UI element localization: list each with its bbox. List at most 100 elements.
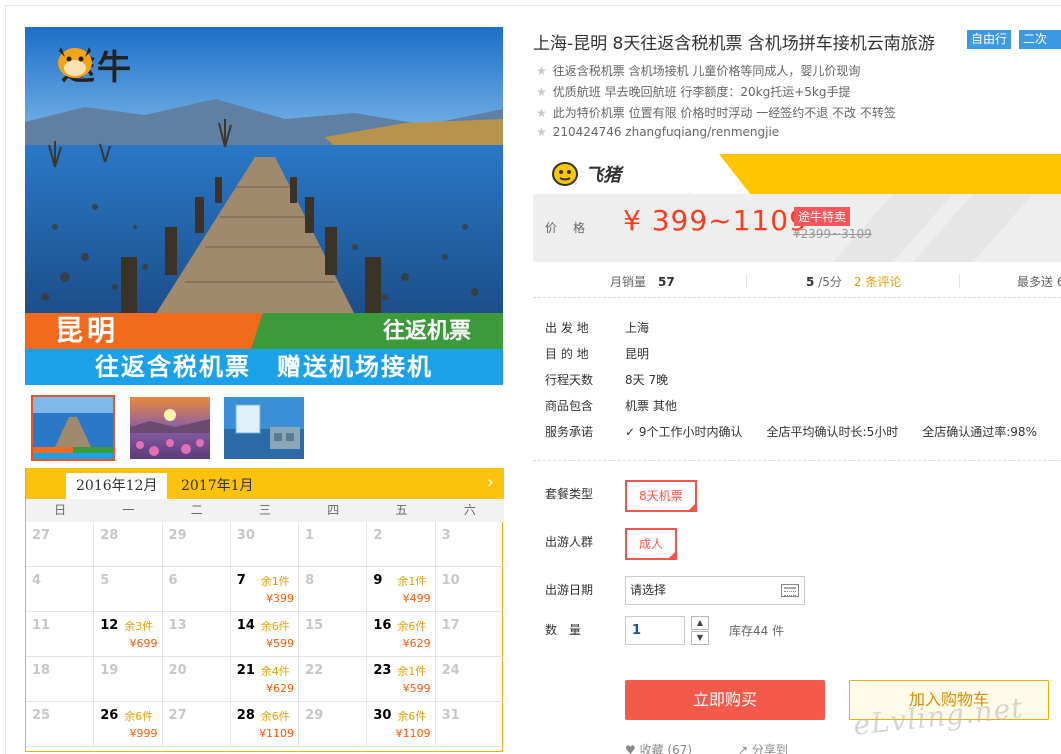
price-value: ¥ 399~1109: [623, 204, 808, 237]
weekday-label: 三: [258, 503, 271, 517]
weekday-label: 五: [395, 503, 408, 517]
day-number: 25: [32, 708, 51, 723]
calendar-day-available[interactable]: 14 余6件 ¥599: [230, 612, 300, 657]
remaining-count: 余1件: [397, 575, 427, 588]
reviews-link[interactable]: 2 条评论: [854, 275, 901, 289]
day-number: 11: [32, 618, 51, 633]
quantity-label: 数 量: [545, 623, 582, 637]
rating: 5 /5分 2 条评论: [806, 275, 902, 289]
calendar-day: 31: [435, 702, 504, 747]
remaining-count: 余1件: [397, 665, 427, 678]
calendar-day: 30: [230, 522, 300, 567]
calendar-day-available[interactable]: 16 余6件 ¥629: [367, 612, 436, 657]
day-number: 10: [441, 573, 460, 588]
calendar-header: 2016年12月 2017年1月 ›: [26, 468, 504, 499]
day-number: 19: [100, 663, 119, 678]
calendar-day: 19: [94, 657, 163, 702]
thumbnail-1[interactable]: [31, 395, 115, 461]
calendar-day-available[interactable]: 21 余4件 ¥629: [230, 657, 300, 702]
calendar-day-available[interactable]: 7 余1件 ¥399: [230, 567, 300, 612]
slogan-text: 往返含税机票 赠送机场接机: [95, 353, 433, 381]
day-number: 15: [305, 618, 324, 633]
remaining-count: 余6件: [260, 710, 290, 723]
calendar-day-available[interactable]: 12 余3件 ¥699: [94, 612, 163, 657]
product-title: 上海-昆明 8天往返含税机票 含机场拼车接机云南旅游: [533, 34, 935, 54]
weekday-label: 日: [54, 503, 67, 517]
gift-info: 最多送 6: [1017, 275, 1061, 289]
calendar-day-available[interactable]: 23 余1件 ¥599: [367, 657, 436, 702]
day-number: 28: [236, 708, 255, 723]
price-panel: 价格 ¥ 399~1109 途牛特卖 ¥2399~3109: [533, 194, 1061, 262]
tab-month-1[interactable]: 2016年12月: [66, 473, 168, 499]
weekday-label: 二: [190, 503, 203, 517]
day-number: 8: [305, 573, 315, 588]
day-number: 26: [100, 708, 119, 723]
tag-free-travel: 自由行: [967, 30, 1012, 49]
day-price: ¥629: [402, 637, 431, 650]
monthly-sales: 月销量 57: [610, 275, 675, 289]
calendar-day-available[interactable]: 30 余6件 ¥1109: [367, 702, 436, 747]
remaining-count: 余4件: [260, 665, 290, 678]
stats-bar: 月销量 57 5 /5分 2 条评论 最多送 6: [533, 262, 1061, 298]
calendar-day: 28: [94, 522, 163, 567]
star-icon: ★: [536, 64, 547, 78]
day-number: 12: [100, 618, 119, 633]
day-price: ¥499: [402, 592, 431, 605]
day-number: 18: [32, 663, 51, 678]
quantity-decrease-button[interactable]: ▼: [691, 631, 709, 645]
day-number: 7: [236, 573, 246, 588]
travel-date-input[interactable]: 请选择: [625, 576, 805, 605]
calendar-day-available[interactable]: 26 余6件 ¥999: [94, 702, 163, 747]
calendar-day: 24: [435, 657, 504, 702]
thumbnail-2[interactable]: [130, 397, 210, 459]
day-price: ¥1109: [395, 727, 431, 740]
feature-item: ★ 往返含税机票 含机场接机 儿童价格等同成人，婴儿价现询: [536, 64, 861, 78]
thumbnail-3[interactable]: [224, 397, 304, 459]
quantity-input[interactable]: 1: [625, 616, 685, 645]
calendar-day: 25: [26, 702, 95, 747]
calendar-icon[interactable]: [781, 584, 799, 597]
tab-month-2[interactable]: 2017年1月: [171, 473, 264, 499]
day-number: 27: [32, 528, 51, 543]
detail-row: 目 的 地昆明: [545, 347, 650, 361]
calendar-day-available[interactable]: 9 余1件 ¥499: [367, 567, 436, 612]
calendar-day: 4: [26, 567, 95, 612]
day-number: 31: [441, 708, 460, 723]
calendar-day: 13: [162, 612, 231, 657]
calendar-day: 11: [26, 612, 95, 657]
remaining-count: 余6件: [124, 710, 154, 723]
day-number: 29: [305, 708, 324, 723]
calendar-grid: 27 28 29 30 1 2 3 4 5 6 7 余1件 ¥399 8 9 余1件 ¥499 10 11 12 余3件…: [26, 522, 504, 747]
day-number: 3: [441, 528, 451, 543]
calendar-day: 29: [299, 702, 368, 747]
availability-calendar: 2016年12月 2017年1月 › 日 一 二 三 四 五 六 27 28 29 3…: [25, 468, 504, 752]
date-label: 出游日期: [545, 583, 594, 597]
buy-now-button[interactable]: 立即购买: [625, 680, 825, 720]
day-number: 23: [373, 663, 392, 678]
calendar-day-available[interactable]: 28 余6件 ¥1109: [230, 702, 300, 747]
calendar-day: 29: [162, 522, 231, 567]
star-icon: ★: [536, 106, 547, 120]
main-product-image[interactable]: 途牛 昆明 往返机票 往返含税机票 赠送机场接机: [25, 27, 503, 385]
chevron-right-icon[interactable]: ›: [487, 472, 494, 493]
star-icon: ★: [536, 85, 547, 99]
favorite-button[interactable]: ♥ 收藏 (67): [625, 741, 692, 754]
quantity-increase-button[interactable]: ▲: [691, 616, 709, 630]
roundtrip-label: 往返机票: [382, 319, 471, 344]
check-icon: ✓: [687, 502, 695, 511]
crowd-option-adult[interactable]: 成人 ✓: [625, 528, 678, 560]
calendar-day: 20: [162, 657, 231, 702]
package-option-8day[interactable]: 8天机票 ✓: [625, 480, 697, 512]
feature-item: ★ 优质航班 早去晚回航班 行李额度：20kg托运+5kg手提: [536, 85, 851, 99]
package-type-label: 套餐类型: [545, 487, 594, 501]
tuniu-logo: 途牛: [55, 41, 133, 88]
calendar-day: 27: [162, 702, 231, 747]
day-price: ¥399: [266, 592, 295, 605]
share-button[interactable]: ↗ 分享到: [738, 741, 788, 754]
day-number: 27: [168, 708, 187, 723]
heart-icon: ♥: [625, 743, 636, 754]
day-number: 28: [100, 528, 119, 543]
day-number: 17: [441, 618, 460, 633]
destination-city: 昆明: [55, 314, 120, 347]
calendar-day: 10: [435, 567, 504, 612]
